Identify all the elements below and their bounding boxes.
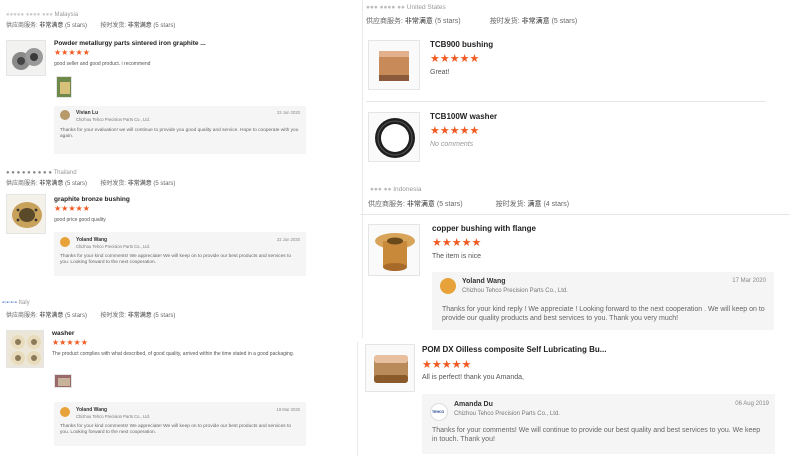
review-card-pom-dx: POM DX Oilless composite Self Lubricatin… <box>357 338 800 461</box>
review-card-united-states: ●●● ●●●● ●● United States 供应商服务: 非常满意 (5… <box>360 0 800 178</box>
reply-date: 17 Mar 2020 <box>732 278 766 284</box>
review-text: No comments <box>430 141 474 148</box>
bushing-image <box>369 41 419 89</box>
review-text: Great! <box>430 69 450 76</box>
star-rating: ★★★★★ <box>52 338 88 347</box>
star-rating: ★★★★★ <box>430 125 480 137</box>
washer-image <box>7 331 43 367</box>
reply-text: Thanks for your kind comments! We apprec… <box>60 424 291 436</box>
seller-reply: Yoland Wang Chizhou Tehco Precision Part… <box>54 232 306 276</box>
pom-dx-bushing-image <box>366 345 414 391</box>
sintered-part-image <box>7 41 45 75</box>
product-image[interactable] <box>368 40 420 90</box>
star-rating: ★★★★★ <box>422 359 472 371</box>
review-photo-image <box>55 375 71 387</box>
rating-row: 供应商服务: 非常满意 (5 stars) 按时发货: 满意 (4 stars) <box>368 201 570 208</box>
reply-company: Chizhou Tehco Precision Parts Co., Ltd. <box>76 244 150 249</box>
company-logo-avatar: TEHCO <box>430 403 448 421</box>
rating-row: 供应商服务: 非常满意 (5 stars) 按时发货: 非常满意 (5 star… <box>6 181 176 187</box>
reply-text: Thanks for your kind comments! We apprec… <box>60 254 291 266</box>
seller-reply: TEHCO Amanda Du Chizhou Tehco Precision … <box>422 394 775 454</box>
buyer-name-blurred: ●●●●● ●●●● ●●● <box>6 12 55 18</box>
product-image[interactable] <box>368 112 420 162</box>
product-title[interactable]: Powder metallurgy parts sintered iron gr… <box>54 40 304 47</box>
review-text: The item is nice <box>432 253 482 260</box>
reply-author: Amanda Du <box>454 401 493 408</box>
star-rating: ★★★★★ <box>430 53 480 65</box>
avatar <box>440 278 456 294</box>
rating-row: 供应商服务: 非常满意 (5 stars) 按时发货: 非常满意 (5 star… <box>6 23 176 29</box>
avatar <box>60 237 70 247</box>
buyer-name-blurred: ●●● ●● <box>370 186 394 193</box>
avatar <box>60 407 70 417</box>
product-image[interactable] <box>365 344 415 392</box>
reply-company: Chizhou Tehco Precision Parts Co., Ltd. <box>462 288 568 294</box>
review-photo[interactable] <box>56 76 72 98</box>
avatar-logo-text: TEHCO <box>432 410 445 414</box>
reply-company: Chizhou Tehco Precision Parts Co., Ltd. <box>76 414 150 419</box>
seller-reply: Vivian Lu Chizhou Tehco Precision Parts … <box>54 106 306 154</box>
review-text: good seller and good product. i recommen… <box>54 61 151 67</box>
reply-author: Yoland Wang <box>462 278 506 285</box>
product-title[interactable]: copper bushing with flange <box>432 224 536 233</box>
reply-text: Thanks for your evaluation! we will cont… <box>60 128 299 140</box>
seller-reply: Yoland Wang Chizhou Tehco Precision Part… <box>54 402 306 446</box>
reply-author: Yoland Wang <box>76 407 108 413</box>
reply-date: 23 Jun 2020 <box>276 110 300 115</box>
column-divider <box>362 0 363 338</box>
product-title[interactable]: washer <box>52 330 302 337</box>
rating-row: 供应商服务: 非常满意 (5 stars) 按时发货: 非常满意 (5 star… <box>6 313 176 319</box>
product-title[interactable]: TCB100W washer <box>430 112 497 121</box>
star-rating: ★★★★★ <box>54 48 90 57</box>
buyer-name-blurred: ● ● ● ● ● ● ● ● ● <box>6 170 54 176</box>
avatar <box>60 110 70 120</box>
buyer-name-blurred: ▪▫▪▫▪▫▪ <box>2 300 19 306</box>
review-card-indonesia: ●●● ●● Indonesia 供应商服务: 非常满意 (5 stars) 按… <box>360 180 800 338</box>
divider <box>366 101 766 102</box>
product-image[interactable] <box>6 194 46 234</box>
product-image[interactable] <box>6 330 44 368</box>
review-photo-image <box>57 77 71 97</box>
reply-author: Yoland Wang <box>76 237 108 243</box>
product-title[interactable]: POM DX Oilless composite Self Lubricatin… <box>422 345 682 354</box>
reply-author: Vivian Lu <box>76 110 99 116</box>
buyer-country: ●●● ●●●● ●● United States <box>366 4 446 11</box>
review-text: The product complies with what described… <box>52 351 294 357</box>
reply-company: Chizhou Tehco Precision Parts Co., Ltd. <box>76 117 150 122</box>
reply-date: 06 Aug 2019 <box>735 401 769 407</box>
divider <box>357 342 358 456</box>
review-text: All is perfect! thank you Amanda, <box>422 374 524 381</box>
review-photo[interactable] <box>54 374 72 388</box>
buyer-country: ●●● ●● Indonesia <box>370 186 422 193</box>
buyer-country: ●●●●● ●●●● ●●● Malaysia <box>6 12 79 18</box>
product-image[interactable] <box>6 40 46 76</box>
reply-date: 19 Mar 2020 <box>276 407 300 412</box>
reply-date: 22 Jun 2020 <box>276 237 300 242</box>
star-rating: ★★★★★ <box>432 237 482 249</box>
washer-image <box>369 113 419 161</box>
review-card-malaysia: ●●●●● ●●●● ●●● Malaysia 供应商服务: 非常满意 (5 s… <box>0 8 312 166</box>
buyer-country: ● ● ● ● ● ● ● ● ● Thailand <box>6 170 77 176</box>
review-card-thailand: ● ● ● ● ● ● ● ● ● Thailand 供应商服务: 非常满意 (… <box>0 166 312 296</box>
seller-reply: Yoland Wang Chizhou Tehco Precision Part… <box>432 272 774 330</box>
product-title[interactable]: graphite bronze bushing <box>54 196 304 203</box>
rating-row: 供应商服务: 非常满意 (5 stars) 按时发货: 非常满意 (5 star… <box>366 18 578 25</box>
reply-text: Thanks for your kind reply ! We apprecia… <box>442 306 765 323</box>
buyer-country: ▪▫▪▫▪▫▪ Italy <box>2 300 30 306</box>
bronze-bushing-image <box>7 195 45 233</box>
reply-company: Chizhou Tehco Precision Parts Co., Ltd. <box>454 411 560 417</box>
review-text: good price good quality <box>54 217 106 223</box>
product-title[interactable]: TCB900 bushing <box>430 40 493 49</box>
divider <box>360 214 790 215</box>
product-image[interactable] <box>368 224 420 276</box>
buyer-name-blurred: ●●● ●●●● ●● <box>366 4 407 11</box>
flange-bushing-image <box>369 225 419 275</box>
reply-text: Thanks for your comments! We will contin… <box>432 427 761 444</box>
review-card-italy: ▪▫▪▫▪▫▪ Italy 供应商服务: 非常满意 (5 stars) 按时发货… <box>0 298 312 461</box>
star-rating: ★★★★★ <box>54 204 90 213</box>
